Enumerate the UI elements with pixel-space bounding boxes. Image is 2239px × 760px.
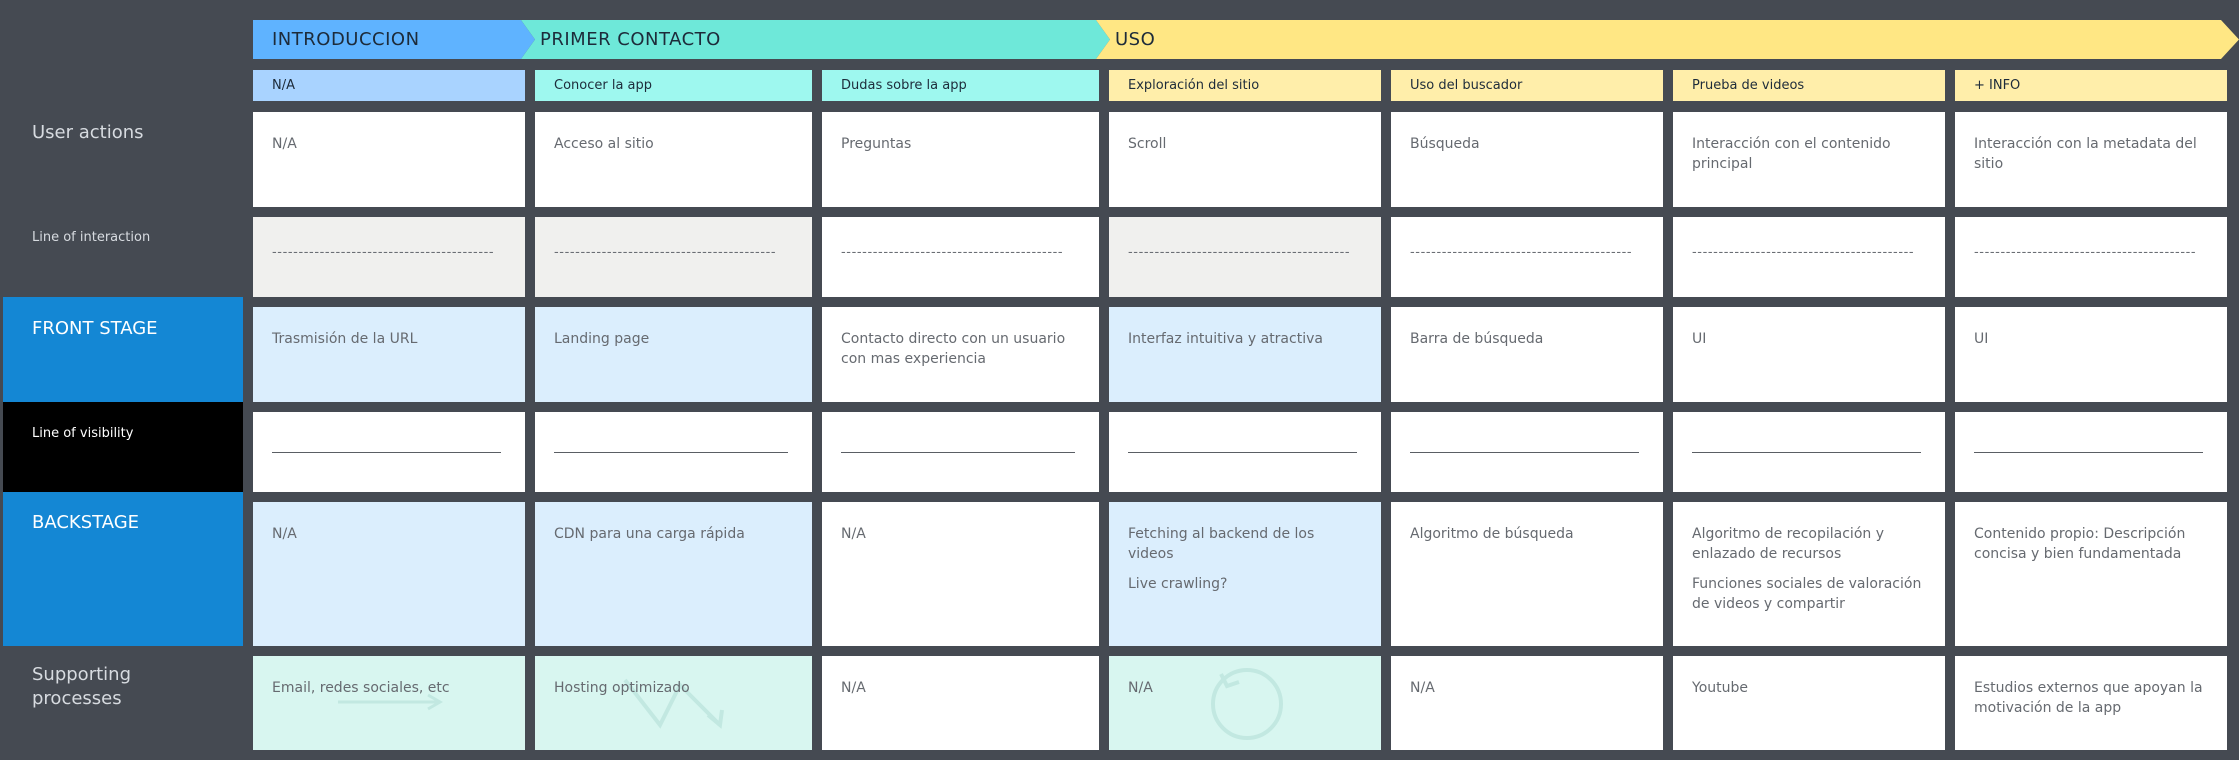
visibility-line-cell: [1391, 412, 1663, 492]
backstage-cell: Algoritmo de búsqueda: [1391, 502, 1663, 646]
supporting-cell: Youtube: [1673, 656, 1945, 750]
supporting-cell: Estudios externos que apoyan la motivaci…: [1955, 656, 2227, 750]
backstage-cell: Fetching al backend de los videos Live cr…: [1109, 502, 1381, 646]
user-action-cell: Interacción con la metadata del sitio: [1955, 112, 2227, 207]
step-na: N/A: [253, 70, 525, 101]
backstage-cell: N/A: [253, 502, 525, 646]
backstage-cell: Contenido propio: Descripción concisa y …: [1955, 502, 2227, 646]
interaction-line-cell: ----------------------------------------…: [822, 217, 1099, 297]
visibility-line-cell: [1109, 412, 1381, 492]
lane-label-supporting-processes: Supporting processes: [32, 664, 131, 709]
step-conocer-la-app: Conocer la app: [535, 70, 812, 101]
supporting-cell: N/A: [822, 656, 1099, 750]
supporting-cell: Hosting optimizado: [535, 656, 812, 750]
lane-label-line-of-interaction: Line of interaction: [32, 230, 151, 245]
lane-label-line-of-visibility: Line of visibility: [3, 402, 243, 492]
interaction-line-cell: ----------------------------------------…: [1673, 217, 1945, 297]
step-exploracion-del-sitio: Exploración del sitio: [1109, 70, 1381, 101]
front-stage-cell: Barra de búsqueda: [1391, 307, 1663, 402]
supporting-cell: N/A: [1109, 656, 1381, 750]
step-dudas-sobre-la-app: Dudas sobre la app: [822, 70, 1099, 101]
visibility-line-cell: [1673, 412, 1945, 492]
visibility-line: [1692, 452, 1921, 453]
refresh-cycle-icon: [1211, 668, 1283, 740]
interaction-line-cell: ----------------------------------------…: [1109, 217, 1381, 297]
lane-label-front-stage: FRONT STAGE: [3, 297, 243, 402]
visibility-line-cell: [1955, 412, 2227, 492]
supporting-cell: N/A: [1391, 656, 1663, 750]
backstage-cell: N/A: [822, 502, 1099, 646]
visibility-line-cell: [535, 412, 812, 492]
front-stage-cell: Contacto directo con un usuario con mas …: [822, 307, 1099, 402]
interaction-line-cell: ----------------------------------------…: [1955, 217, 2227, 297]
phase-uso: USO: [1096, 20, 2239, 59]
visibility-line: [272, 452, 501, 453]
phase-introduccion: INTRODUCCION: [253, 20, 535, 59]
visibility-line: [1974, 452, 2203, 453]
step-prueba-de-videos: Prueba de videos: [1673, 70, 1945, 101]
visibility-line: [554, 452, 788, 453]
lane-label-user-actions: User actions: [32, 122, 144, 143]
front-stage-cell: Landing page: [535, 307, 812, 402]
visibility-line-cell: [822, 412, 1099, 492]
front-stage-cell: UI: [1955, 307, 2227, 402]
interaction-line-cell: ----------------------------------------…: [1391, 217, 1663, 297]
front-stage-cell: Trasmisión de la URL: [253, 307, 525, 402]
step-uso-del-buscador: Uso del buscador: [1391, 70, 1663, 101]
supporting-cell: Email, redes sociales, etc: [253, 656, 525, 750]
interaction-line-cell: ----------------------------------------…: [535, 217, 812, 297]
visibility-line-cell: [253, 412, 525, 492]
front-stage-cell: UI: [1673, 307, 1945, 402]
step-mas-info: + INFO: [1955, 70, 2227, 101]
user-action-cell: Scroll: [1109, 112, 1381, 207]
interaction-line-cell: ----------------------------------------…: [253, 217, 525, 297]
user-action-cell: Búsqueda: [1391, 112, 1663, 207]
backstage-cell: Algoritmo de recopilación y enlazado de …: [1673, 502, 1945, 646]
user-action-cell: Interacción con el contenido principal: [1673, 112, 1945, 207]
visibility-line: [1128, 452, 1357, 453]
user-action-cell: Acceso al sitio: [535, 112, 812, 207]
user-action-cell: Preguntas: [822, 112, 1099, 207]
lane-label-backstage: BACKSTAGE: [3, 492, 243, 646]
visibility-line: [1410, 452, 1639, 453]
backstage-cell: CDN para una carga rápida: [535, 502, 812, 646]
phase-primer-contacto: PRIMER CONTACTO: [521, 20, 1110, 59]
user-action-cell: N/A: [253, 112, 525, 207]
front-stage-cell: Interfaz intuitiva y atractiva: [1109, 307, 1381, 402]
visibility-line: [841, 452, 1075, 453]
